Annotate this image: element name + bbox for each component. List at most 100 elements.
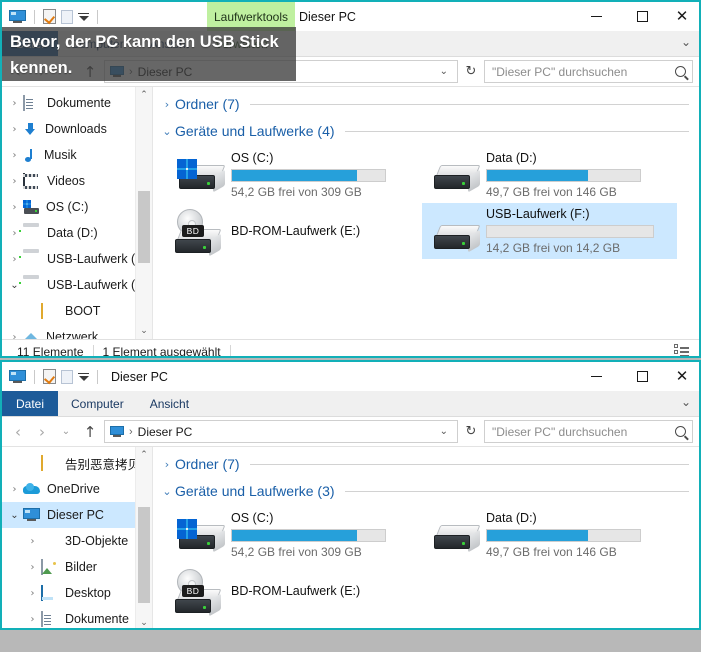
maximize-button-top[interactable] <box>619 2 665 31</box>
ribbon-tab-datei[interactable]: Datei <box>2 391 59 416</box>
refresh-icon[interactable]: ↻ <box>462 424 480 439</box>
nav-item-os-c[interactable]: › OS (C:) <box>2 194 152 220</box>
group-header-ordner-top[interactable]: › Ordner (7) <box>153 87 699 114</box>
chevron-right-icon[interactable]: › <box>6 202 23 213</box>
group-header-geraete-top[interactable]: ⌄ Geräte und Laufwerke (4) <box>153 114 699 141</box>
os-drive-icon <box>23 200 39 214</box>
scrollbar-thumb[interactable] <box>138 507 150 603</box>
nav-item-dokumente[interactable]: › Dokumente <box>2 90 152 116</box>
nav-scrollbar-bottom[interactable]: ⌃ ⌄ <box>135 447 152 628</box>
maximize-button-bottom[interactable] <box>619 362 665 391</box>
recent-locations-icon[interactable]: ⌄ <box>56 426 76 437</box>
chevron-right-icon[interactable]: › <box>6 332 23 340</box>
nav-item-dokumente[interactable]: › Dokumente <box>2 606 152 628</box>
chevron-right-icon[interactable]: › <box>159 98 175 111</box>
drive-capacity-label: 49,7 GB frei von 146 GB <box>486 185 617 199</box>
drive-tile-data-d[interactable]: Data (D:) 49,7 GB frei von 146 GB <box>422 507 677 563</box>
details-view-icon[interactable] <box>674 343 689 356</box>
nav-item-bilder[interactable]: › Bilder <box>2 554 152 580</box>
chevron-right-icon[interactable]: › <box>6 176 23 187</box>
drive-tile-bd-rom-e[interactable]: BD BD-ROM-Laufwerk (E:) <box>167 203 422 259</box>
nav-item-label: BOOT <box>65 304 101 318</box>
chevron-down-icon[interactable]: ⌄ <box>681 35 691 49</box>
nav-item-usb-f-root[interactable]: ⌄ USB-Laufwerk (F:) <box>2 272 152 298</box>
nav-item-label: OS (C:) <box>46 200 89 214</box>
nav-scrollbar-top[interactable]: ⌃ ⌄ <box>135 87 152 339</box>
back-button-bottom[interactable]: ‹ <box>8 423 28 441</box>
capacity-fill <box>487 170 588 181</box>
bd-rom-icon: BD <box>171 207 229 257</box>
drive-tile-os-c[interactable]: OS (C:) 54,2 GB frei von 309 GB <box>167 507 422 563</box>
chevron-down-icon[interactable]: ⌄ <box>159 485 175 498</box>
documents-icon <box>23 94 40 111</box>
chevron-right-icon[interactable]: › <box>6 150 23 161</box>
chevron-down-icon[interactable]: ⌄ <box>681 395 691 409</box>
chevron-down-icon[interactable]: ⌄ <box>436 66 452 77</box>
monitor-icon[interactable] <box>9 9 26 24</box>
minimize-button-top[interactable] <box>573 2 619 31</box>
chevron-right-icon[interactable]: › <box>24 614 41 625</box>
scroll-down-icon[interactable]: ⌄ <box>136 615 152 628</box>
scrollbar-thumb[interactable] <box>138 191 150 263</box>
search-box-top[interactable]: "Dieser PC" durchsuchen <box>484 60 693 83</box>
chevron-right-icon[interactable]: › <box>24 536 41 547</box>
group-header-geraete-bottom[interactable]: ⌄ Geräte und Laufwerke (3) <box>153 474 699 501</box>
close-button-top[interactable]: ✕ <box>665 2 699 31</box>
nav-item-netzwerk[interactable]: › Netzwerk <box>2 324 152 339</box>
group-header-ordner-bottom[interactable]: › Ordner (7) <box>153 447 699 474</box>
chevron-down-icon[interactable]: ⌄ <box>436 426 452 437</box>
minimize-button-bottom[interactable] <box>573 362 619 391</box>
customize-qat-icon[interactable] <box>78 372 89 381</box>
chevron-right-icon[interactable]: › <box>6 484 23 495</box>
nav-item-onedrive[interactable]: › OneDrive <box>2 476 152 502</box>
scroll-down-icon[interactable]: ⌄ <box>136 323 152 339</box>
chevron-right-icon[interactable]: › <box>24 588 41 599</box>
properties-icon[interactable] <box>43 9 56 24</box>
drive-tile-usb-f[interactable]: USB-Laufwerk (F:) 14,2 GB frei von 14,2 … <box>422 203 677 259</box>
chevron-right-icon[interactable]: › <box>159 458 175 471</box>
chevron-down-icon[interactable]: ⌄ <box>159 125 175 138</box>
nav-item-downloads[interactable]: › Downloads <box>2 116 152 142</box>
bd-rom-icon: BD <box>171 567 229 617</box>
new-folder-icon[interactable] <box>61 9 73 24</box>
nav-item-cn-folder[interactable]: › 告别恶意拷贝—— <box>2 450 152 476</box>
drive-info: Data (D:) 49,7 GB frei von 146 GB <box>484 511 673 559</box>
chevron-right-icon[interactable]: › <box>6 98 23 109</box>
scroll-up-icon[interactable]: ⌃ <box>136 87 152 103</box>
qat-divider-2 <box>97 369 98 384</box>
properties-icon[interactable] <box>43 369 56 384</box>
new-folder-icon[interactable] <box>61 369 73 384</box>
customize-qat-icon[interactable] <box>78 12 89 21</box>
content-pane-top[interactable]: › Ordner (7) ⌄ Geräte und Laufwerke (4) <box>153 87 699 339</box>
drive-tile-data-d[interactable]: Data (D:) 49,7 GB frei von 146 GB <box>422 147 677 203</box>
scroll-up-icon[interactable]: ⌃ <box>136 447 152 463</box>
chevron-down-icon[interactable]: ⌄ <box>6 510 23 521</box>
drive-name: Data (D:) <box>486 511 537 525</box>
nav-item-musik[interactable]: › Musik <box>2 142 152 168</box>
nav-item-usb-f[interactable]: › USB-Laufwerk (F:) <box>2 246 152 272</box>
close-button-bottom[interactable]: ✕ <box>665 362 699 391</box>
breadcrumb-bar-bottom[interactable]: › Dieser PC ⌄ <box>104 420 458 443</box>
navigation-pane-bottom[interactable]: › 告别恶意拷贝—— › OneDrive ⌄ Dieser PC <box>2 447 152 628</box>
drive-tile-bd-rom-e[interactable]: BD BD-ROM-Laufwerk (E:) <box>167 563 422 619</box>
content-pane-bottom[interactable]: › Ordner (7) ⌄ Geräte und Laufwerke (3) <box>153 447 699 628</box>
nav-item-desktop[interactable]: › Desktop <box>2 580 152 606</box>
network-icon <box>23 331 39 339</box>
chevron-right-icon[interactable]: › <box>6 124 23 135</box>
nav-item-dieser-pc[interactable]: ⌄ Dieser PC <box>2 502 152 528</box>
up-button-bottom[interactable]: ↑ <box>80 423 100 441</box>
drive-tile-os-c[interactable]: OS (C:) 54,2 GB frei von 309 GB <box>167 147 422 203</box>
monitor-icon[interactable] <box>9 369 26 384</box>
navigation-pane-top[interactable]: › Dokumente › Downloads › Musik › Videos… <box>2 87 152 339</box>
nav-item-3d-objekte[interactable]: › 3D-Objekte <box>2 528 152 554</box>
ribbon-tab-computer[interactable]: Computer <box>58 391 137 416</box>
ribbon-tab-ansicht[interactable]: Ansicht <box>137 391 202 416</box>
nav-item-boot[interactable]: BOOT <box>2 298 152 324</box>
forward-button-bottom[interactable]: › <box>32 423 52 441</box>
nav-item-videos[interactable]: › Videos <box>2 168 152 194</box>
search-box-bottom[interactable]: "Dieser PC" durchsuchen <box>484 420 693 443</box>
nav-item-data-d[interactable]: › Data (D:) <box>2 220 152 246</box>
refresh-icon[interactable]: ↻ <box>462 64 480 79</box>
this-pc-icon <box>110 425 124 438</box>
chevron-right-icon[interactable]: › <box>24 562 41 573</box>
